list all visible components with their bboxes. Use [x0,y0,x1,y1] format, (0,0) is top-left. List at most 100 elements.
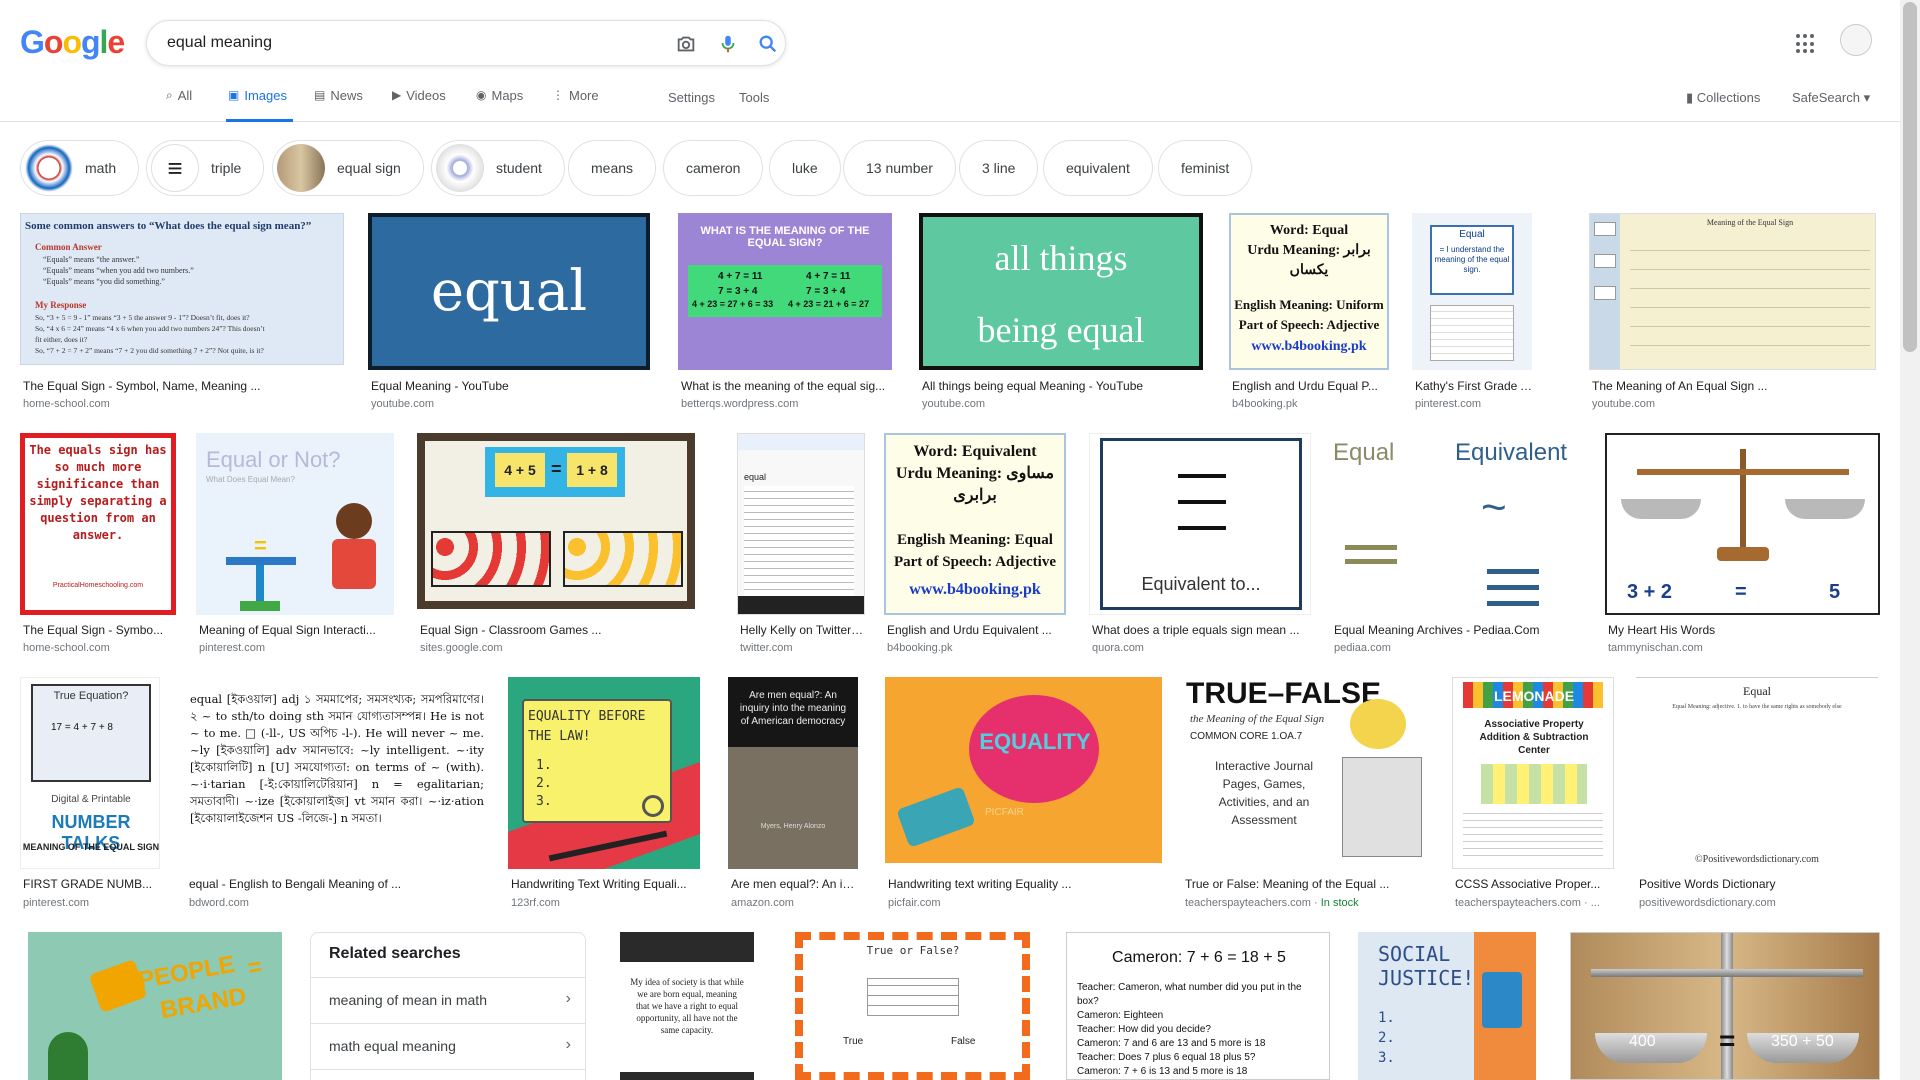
image-result[interactable]: 3 + 2 = 5 My Heart His Words tammynischa… [1605,433,1880,658]
camera-icon[interactable] [675,33,697,55]
header: Google ⌕All ▣Images ▤News ▶Videos ◉Maps … [0,0,1900,122]
image-result[interactable]: EQUALITY BEFORE THE LAW! 1. 2. 3. Handwriti… [508,677,700,917]
result-thumbnail: 3 + 2 = 5 [1605,433,1880,615]
chip-means[interactable]: means [568,140,657,196]
result-thumbnail: TRUE–FALSE the Meaning of the Equal Sign… [1182,677,1430,869]
more-icon: ⋮ [552,88,564,102]
result-thumbnail: equal [737,433,865,615]
image-result[interactable]: SOCIAL JUSTICE! 1. 2. 3. [1358,932,1536,1080]
result-thumbnail: EQUALITY PICFAIR [885,677,1162,863]
chip-3-line[interactable]: 3 line [959,140,1039,196]
result-thumbnail: SOCIAL JUSTICE! 1. 2. 3. [1358,932,1536,1080]
scrollbar-thumb[interactable] [1903,2,1917,352]
image-result[interactable]: The equals sign has so much more signifi… [20,433,176,658]
result-thumbnail: 400 = 350 + 50 [1570,932,1880,1080]
image-result[interactable]: My idea of society is that while we are … [620,932,754,1080]
chip-cameron[interactable]: cameron [663,140,764,196]
image-result[interactable]: True Equation? 17 = 4 + 7 + 8 Digital & … [20,677,160,917]
result-thumbnail: Equivalent to... [1089,433,1311,615]
map-pin-icon: ◉ [476,88,487,102]
related-search-item[interactable]: meaning of mean in math › [311,977,585,1023]
result-thumbnail: all things being equal [919,213,1203,370]
chip-feminist[interactable]: feminist [1158,140,1253,196]
tools-link[interactable]: Tools [739,90,769,105]
result-thumbnail: equal [ইকওয়াল] adj ১ সমমাপের; সমসংখ্যক;… [186,677,488,869]
result-thumbnail: Equal = I understand the meaning of the … [1412,213,1532,370]
image-result[interactable]: equal [ইকওয়াল] adj ১ সমমাপের; সমসংখ্যক;… [186,677,488,917]
result-thumbnail: Cameron: 7 + 6 = 18 + 5 Teacher: Cameron… [1066,932,1330,1080]
tab-maps[interactable]: ◉ Maps [476,88,523,122]
image-result[interactable]: 4 + 5 = 1 + 8 Equal Sign - Classroom Gam… [417,433,695,658]
search-box [146,20,786,66]
result-thumbnail: The equals sign has so much more signifi… [20,433,176,615]
tab-news[interactable]: ▤ News [314,88,363,122]
image-result[interactable]: Are men equal?: An inquiry into the mean… [728,677,859,917]
search-input[interactable] [167,31,627,55]
result-thumbnail: Word: Equal Urdu Meaning: برابر یکساں Engl… [1229,213,1389,370]
image-result[interactable]: Some common answers to “What does the eq… [20,213,344,413]
tab-videos[interactable]: ▶ Videos [392,88,446,122]
collections-button[interactable]: ▮ Collections [1686,90,1760,106]
image-result[interactable]: EQUALITY PICFAIR Handwriting text writin… [885,677,1162,917]
chip-equivalent[interactable]: equivalent [1043,140,1153,196]
google-logo[interactable]: Google [20,24,125,61]
chip-thumb [277,144,325,192]
related-searches: Related searches meaning of mean in math… [310,932,586,1080]
image-result[interactable]: Word: Equal Urdu Meaning: برابر یکساں Engl… [1229,213,1389,413]
image-result[interactable]: Meaning of the Equal Sign The Meaning of… [1589,213,1876,413]
tab-more[interactable]: ⋮ More [552,88,599,122]
result-thumbnail: Are men equal?: An inquiry into the mean… [728,677,858,869]
image-result[interactable]: all things being equal All things being … [919,213,1203,413]
result-thumbnail: 4 + 5 = 1 + 8 [417,433,695,609]
image-result[interactable]: Equal Equal Meaning: adjective. 1. to ha… [1636,677,1878,917]
result-thumbnail: Word: Equivalent Urdu Meaning: مساوی برابر… [884,433,1066,615]
image-result[interactable]: equal Helly Kelly on Twitter: ... twitte… [737,433,866,658]
image-result[interactable]: TRUE–FALSE the Meaning of the Equal Sign… [1182,677,1430,917]
image-result[interactable]: Word: Equivalent Urdu Meaning: مساوی برابر… [884,433,1066,658]
related-search-item[interactable]: math equal meaning › [311,1023,585,1069]
image-result[interactable]: LEMONADE Associative Property Addition & … [1452,677,1614,917]
chip-13-number[interactable]: 13 number [843,140,956,196]
text-block: So, “3 + 5 = 9 - 1” means “3 + 5 the ans… [35,313,265,355]
search-icon[interactable] [757,33,779,55]
result-thumbnail: My idea of society is that while we are … [620,932,754,1080]
image-result[interactable]: WHAT IS THE MEANING OF THE EQUAL SIGN? 4… [678,213,892,413]
result-thumbnail: Meaning of the Equal Sign [1589,213,1876,370]
chip-equal-sign[interactable]: equal sign [272,140,424,196]
result-thumbnail: EQUALITY BEFORE THE LAW! 1. 2. 3. [508,677,700,869]
result-thumbnail: PEOPLE = BRAND [28,932,282,1080]
chip-student[interactable]: student [431,140,565,196]
chip-triple[interactable]: ≡ triple [146,140,265,196]
result-thumbnail: WHAT IS THE MEANING OF THE EQUAL SIGN? 4… [678,213,892,370]
bookmark-icon: ▮ [1686,90,1694,105]
image-result[interactable]: True or False? True False [795,932,1030,1080]
image-result[interactable]: Cameron: 7 + 6 = 18 + 5 Teacher: Cameron… [1066,932,1330,1080]
image-result[interactable]: Equivalent to... What does a triple equa… [1089,433,1311,658]
chip-math[interactable]: math [20,140,140,196]
chevron-right-icon: › [565,1036,571,1053]
apps-grid-icon[interactable] [1796,34,1816,54]
result-thumbnail: True Equation? 17 = 4 + 7 + 8 Digital & … [20,677,160,869]
related-search-item[interactable] [311,1069,585,1080]
result-thumbnail: LEMONADE Associative Property Addition & … [1452,677,1614,869]
scrollbar[interactable] [1900,0,1920,1080]
image-result[interactable]: PEOPLE = BRAND [28,932,282,1080]
image-result[interactable]: 400 = 350 + 50 [1570,932,1880,1080]
chip-luke[interactable]: luke [769,140,841,196]
image-result[interactable]: Equal or Not? What Does Equal Mean? = Me… [196,433,394,658]
chip-thumb [436,144,484,192]
microphone-icon[interactable] [717,33,739,55]
page: Google ⌕All ▣Images ▤News ▶Videos ◉Maps … [0,0,1920,1080]
result-thumbnail: equal [368,213,650,370]
chip-thumb [25,144,73,192]
tab-all[interactable]: ⌕ All [166,88,192,122]
tab-images[interactable]: ▣ Images [226,88,293,122]
settings-link[interactable]: Settings [668,90,715,105]
video-icon: ▶ [392,88,402,102]
image-result[interactable]: equal Equal Meaning - YouTube youtube.co… [368,213,650,413]
news-icon: ▤ [314,88,326,102]
image-result[interactable]: Equal = I understand the meaning of the … [1412,213,1533,413]
safesearch-button[interactable]: SafeSearch ▾ [1792,90,1870,106]
avatar[interactable] [1840,24,1872,56]
image-result[interactable]: Equal Equivalent ~ Equal Meaning Archive… [1331,433,1585,658]
